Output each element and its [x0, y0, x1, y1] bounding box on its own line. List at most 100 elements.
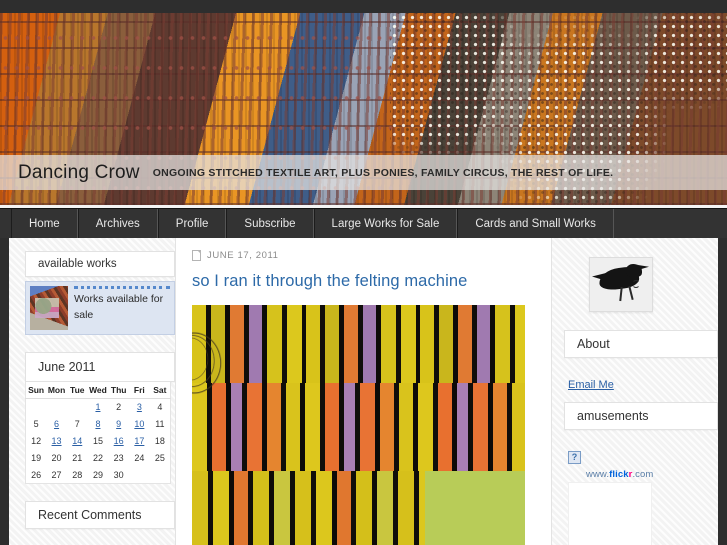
calendar-day-cell: 26	[31, 469, 42, 480]
calendar-weekday: Mon	[46, 382, 67, 399]
calendar-week-row: 1 2 3 4	[26, 399, 171, 416]
flickr-photo-placeholder	[568, 482, 652, 545]
calendar-week-row: 5 6 7 8 9 10 11	[26, 416, 171, 433]
calendar-day-cell[interactable]: 8	[88, 416, 109, 433]
calendar-day-cell[interactable]: 9	[108, 416, 129, 433]
nav-item-home[interactable]: Home	[11, 209, 78, 238]
calendar-week-row: 12 13 14 15 16 17 18	[26, 433, 171, 450]
page-title: Dancing Crow	[18, 161, 140, 183]
calendar-day-link[interactable]: 13	[52, 436, 62, 446]
calendar-day-link[interactable]: 6	[54, 419, 59, 429]
site-tagline: ONGOING STITCHED TEXTILE ART, PLUS PONIE…	[152, 166, 614, 179]
calendar-day-cell: 30	[113, 469, 124, 480]
calendar-weekday: Tue	[66, 382, 88, 399]
calendar-day-cell	[150, 466, 171, 483]
nav-item-profile[interactable]: Profile	[157, 209, 227, 238]
flickr-badge: ? www.flickr.com	[564, 447, 718, 545]
calendar-day-cell	[26, 399, 47, 416]
calendar-day-cell: 22	[92, 452, 103, 463]
calendar-day-cell: 25	[154, 452, 165, 463]
calendar-weekday-row: Sun Mon Tue Wed Thu Fri Sat	[25, 382, 171, 399]
calendar-day-cell: 7	[74, 419, 80, 430]
calendar-day-cell: 27	[51, 469, 62, 480]
calendar-day-link[interactable]: 9	[116, 419, 121, 429]
calendar-weekday: Sat	[149, 382, 171, 399]
calendar-day-cell: 2	[116, 402, 122, 413]
calendar-day-cell: 28	[72, 469, 83, 480]
email-me-link[interactable]: Email Me	[568, 379, 614, 391]
available-works-heading: available works	[25, 251, 175, 277]
sidebar-left: available works Works available for sale…	[9, 238, 175, 545]
calendar-day-cell[interactable]: 1	[88, 399, 109, 416]
calendar-day-cell	[46, 399, 67, 416]
calendar-day-cell: 19	[31, 452, 42, 463]
calendar-day-link[interactable]: 17	[134, 436, 144, 446]
post-image-green-patch	[425, 471, 525, 545]
post-title[interactable]: so I ran it through the felting machine	[192, 272, 535, 291]
nav-item-subscribe[interactable]: Subscribe	[226, 209, 314, 238]
widget-about: About	[564, 330, 718, 358]
crow-leg-shape	[619, 286, 623, 302]
calendar-day-cell: 20	[51, 452, 62, 463]
crow-beak-shape	[638, 265, 649, 270]
recent-comments-heading: Recent Comments	[25, 500, 175, 529]
calendar-day-link[interactable]: 16	[114, 436, 124, 446]
calendar-day-cell[interactable]: 13	[46, 433, 67, 450]
calendar-week-row: 26 27 28 29 30	[26, 466, 171, 483]
calendar-weekday: Thu	[108, 382, 130, 399]
flickr-url-flick: flick	[609, 469, 629, 480]
calendar-day-cell	[129, 466, 150, 483]
calendar-day-cell: 15	[92, 435, 103, 446]
top-frame-strip	[0, 0, 727, 13]
post-image[interactable]	[192, 305, 525, 545]
calendar-day-cell: 5	[33, 419, 39, 430]
crow-avatar	[589, 257, 653, 312]
calendar-day-cell[interactable]: 16	[108, 433, 129, 450]
nav-item-cards-and-small-works[interactable]: Cards and Small Works	[457, 209, 614, 238]
calendar-day-cell: 21	[72, 452, 83, 463]
post-date-row: JUNE 17, 2011	[192, 250, 535, 261]
nav-item-large-works-for-sale[interactable]: Large Works for Sale	[313, 209, 458, 238]
calendar-day-cell: 18	[154, 435, 165, 446]
page-body: available works Works available for sale…	[0, 238, 727, 545]
calendar-weekday: Fri	[129, 382, 150, 399]
calendar-week-row: 19 20 21 22 23 24 25	[26, 449, 171, 466]
available-works-thumbnail[interactable]	[30, 286, 68, 330]
calendar-day-cell[interactable]: 3	[129, 399, 150, 416]
available-works-item[interactable]: Works available for sale	[25, 281, 175, 335]
post-date: JUNE 17, 2011	[207, 250, 279, 261]
nav-item-archives[interactable]: Archives	[77, 209, 158, 238]
calendar-day-link[interactable]: 14	[72, 436, 82, 446]
widget-amusements: amusements	[564, 402, 718, 430]
broken-image-icon: ?	[568, 451, 581, 464]
widget-calendar: June 2011 Sun Mon Tue Wed Thu Fri Sat 1 …	[25, 352, 175, 484]
calendar-day-cell[interactable]: 17	[129, 433, 150, 450]
calendar-day-link[interactable]: 3	[137, 402, 142, 412]
calendar-day-cell	[67, 399, 88, 416]
calendar-day-cell: 24	[134, 452, 145, 463]
document-icon	[192, 250, 201, 261]
flickr-url-label[interactable]: www.flickr.com	[586, 469, 718, 480]
calendar-day-cell[interactable]: 10	[129, 416, 150, 433]
calendar-day-cell: 29	[92, 469, 103, 480]
sidebar-right: About Email Me amusements ? www.flickr.c…	[552, 238, 718, 545]
calendar-day-cell: 23	[113, 452, 124, 463]
calendar-day-link[interactable]: 8	[95, 419, 100, 429]
calendar-day-cell: 11	[155, 419, 165, 430]
main-content: JUNE 17, 2011 so I ran it through the fe…	[175, 238, 552, 545]
crow-leg-shape	[628, 286, 634, 300]
calendar-day-cell: 12	[31, 435, 42, 446]
calendar-day-link[interactable]: 10	[134, 419, 144, 429]
main-navigation: Home Archives Profile Subscribe Large Wo…	[0, 208, 727, 238]
calendar-day-cell[interactable]: 14	[67, 433, 88, 450]
calendar-day-link[interactable]: 1	[95, 402, 100, 412]
calendar-day-cell[interactable]: 6	[46, 416, 67, 433]
flickr-url-suffix: .com	[632, 469, 654, 480]
widget-recent-comments: Recent Comments	[25, 500, 175, 529]
header-banner: Dancing Crow ONGOING STITCHED TEXTILE AR…	[0, 13, 727, 205]
blog-page: Dancing Crow ONGOING STITCHED TEXTILE AR…	[0, 0, 727, 545]
calendar-month-heading: June 2011	[25, 352, 175, 382]
available-works-item-label: Works available for sale	[74, 286, 170, 324]
calendar-day-cell: 4	[157, 402, 163, 413]
calendar-body: 1 2 3 4 5 6 7 8 9 10 11 12 13 14 15 16 17 18 19 20 21 22 23 24 2…	[26, 399, 171, 484]
